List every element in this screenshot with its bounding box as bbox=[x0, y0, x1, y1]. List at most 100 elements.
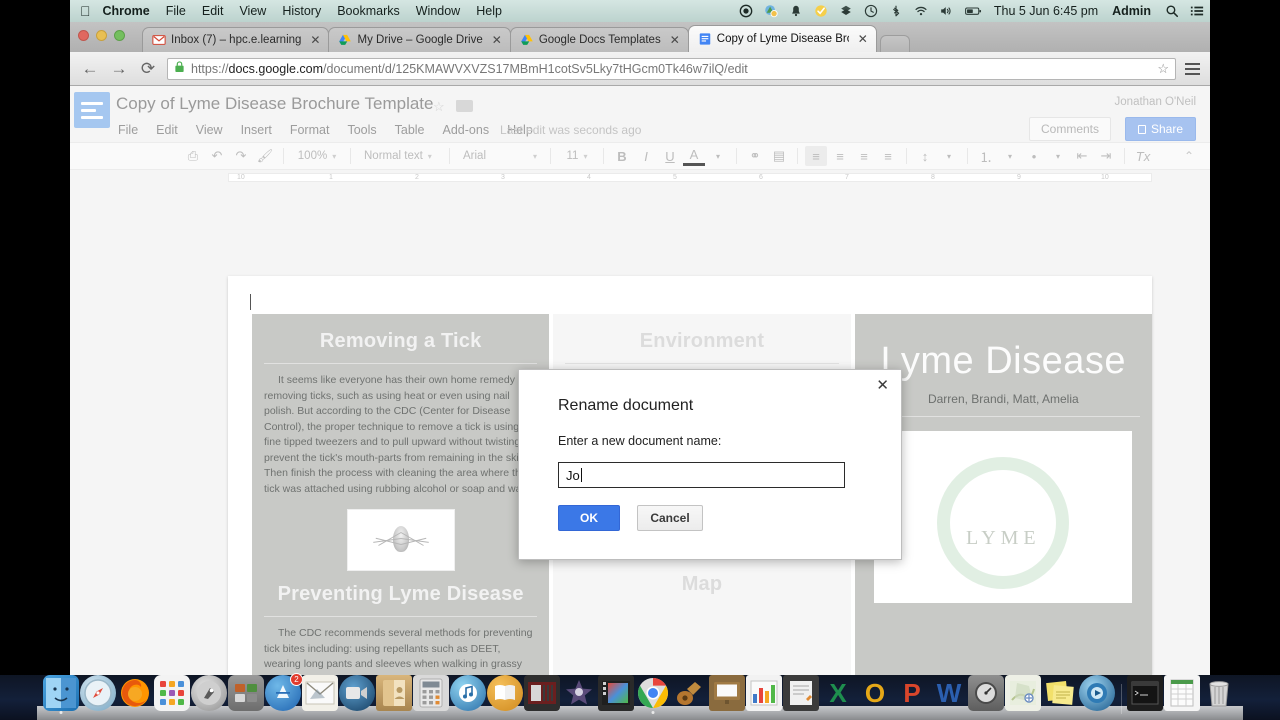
star-icon[interactable]: ☆ bbox=[433, 99, 445, 115]
chevron-down-icon[interactable]: ▾ bbox=[999, 146, 1021, 166]
dock-item-garageband[interactable] bbox=[524, 675, 560, 711]
apple-icon[interactable]:  bbox=[80, 3, 91, 19]
zoom-dropdown[interactable]: 100% ▾ bbox=[291, 146, 343, 166]
dock-item-ibooks[interactable] bbox=[487, 675, 523, 711]
underline-button[interactable]: U bbox=[659, 146, 681, 166]
dock-item-maps[interactable] bbox=[1005, 675, 1041, 711]
dock-item-stickies[interactable] bbox=[1042, 675, 1078, 711]
dock-item-itunes[interactable] bbox=[450, 675, 486, 711]
close-icon[interactable]: ✕ bbox=[670, 34, 680, 46]
docs-menu-format[interactable]: Format bbox=[290, 123, 330, 137]
dock-item-trash[interactable] bbox=[1201, 675, 1237, 711]
dock-item-system-preferences[interactable] bbox=[228, 675, 264, 711]
comments-button[interactable]: Comments bbox=[1028, 117, 1111, 141]
docs-menu-tools[interactable]: Tools bbox=[347, 123, 376, 137]
dock-item-guitar[interactable] bbox=[672, 675, 708, 711]
close-icon[interactable]: ✕ bbox=[310, 34, 320, 46]
dock-item-quicktime[interactable] bbox=[1079, 675, 1115, 711]
docs-menu-edit[interactable]: Edit bbox=[156, 123, 178, 137]
record-icon[interactable] bbox=[739, 4, 753, 18]
dock-item-imovie[interactable] bbox=[561, 675, 597, 711]
bell-icon[interactable] bbox=[789, 4, 803, 18]
dock-item-excel[interactable]: X bbox=[820, 675, 856, 711]
dock-item-finder[interactable] bbox=[43, 675, 79, 714]
new-tab-button[interactable] bbox=[879, 35, 910, 52]
close-icon[interactable]: ✕ bbox=[858, 33, 868, 45]
tab-inbox[interactable]: Inbox (7) – hpc.e.learning ✕ bbox=[142, 27, 330, 52]
text-color-button[interactable]: A bbox=[683, 146, 705, 166]
close-icon[interactable]: ✕ bbox=[492, 34, 502, 46]
dock-item-firefox[interactable] bbox=[117, 675, 153, 711]
volume-icon[interactable] bbox=[939, 4, 953, 18]
address-bar[interactable]: https://docs.google.com/document/d/125KM… bbox=[167, 57, 1176, 80]
line-spacing-icon[interactable]: ↕ bbox=[914, 146, 936, 166]
paint-format-icon[interactable]: 🖌 bbox=[254, 146, 276, 166]
checkmark-icon[interactable] bbox=[814, 4, 828, 18]
document-title[interactable]: Copy of Lyme Disease Brochure Template bbox=[116, 94, 434, 114]
menu-item-bookmarks[interactable]: Bookmarks bbox=[337, 4, 400, 18]
menu-item-window[interactable]: Window bbox=[416, 4, 460, 18]
menu-bar-clock[interactable]: Thu 5 Jun 6:45 pm bbox=[994, 4, 1098, 18]
dock-item-pages[interactable] bbox=[783, 675, 819, 711]
increase-indent-icon[interactable]: ⇥ bbox=[1095, 146, 1117, 166]
dock-item-contacts[interactable] bbox=[376, 675, 412, 711]
menu-item-edit[interactable]: Edit bbox=[202, 4, 224, 18]
dock-item-calculator[interactable] bbox=[413, 675, 449, 711]
menu-item-history[interactable]: History bbox=[282, 4, 321, 18]
chevron-down-icon[interactable]: ▾ bbox=[938, 146, 960, 166]
dock-item-launchpad[interactable] bbox=[154, 675, 190, 711]
menu-item-view[interactable]: View bbox=[239, 4, 266, 18]
forward-button[interactable]: → bbox=[109, 60, 129, 77]
battery-icon[interactable] bbox=[964, 4, 983, 18]
menu-item-chrome[interactable]: Chrome bbox=[103, 4, 150, 18]
back-button[interactable]: ← bbox=[80, 60, 100, 77]
dock-item-outlook[interactable]: O bbox=[857, 675, 893, 711]
align-center-icon[interactable]: ≡ bbox=[829, 146, 851, 166]
italic-button[interactable]: I bbox=[635, 146, 657, 166]
account-name[interactable]: Jonathan O'Neil bbox=[1115, 96, 1196, 108]
docs-menu-view[interactable]: View bbox=[196, 123, 223, 137]
collapse-toolbar-icon[interactable]: ⌃ bbox=[1184, 149, 1194, 163]
bookmark-star-icon[interactable]: ☆ bbox=[1157, 61, 1169, 77]
font-dropdown[interactable]: Arial ▾ bbox=[457, 146, 543, 166]
ruler-bar[interactable]: 10 1 2 3 4 5 6 7 8 9 10 bbox=[228, 173, 1152, 182]
dock-item-facetime[interactable] bbox=[339, 675, 375, 711]
bluetooth-icon[interactable] bbox=[889, 4, 903, 18]
zoom-window-button[interactable] bbox=[114, 30, 125, 41]
numbered-list-icon[interactable]: ⒈ bbox=[975, 146, 997, 166]
dock-item-app-store[interactable]: 2 bbox=[265, 673, 303, 711]
paragraph-style-dropdown[interactable]: Normal text ▾ bbox=[358, 146, 442, 166]
dock-item-final-cut[interactable] bbox=[598, 675, 634, 711]
font-size-dropdown[interactable]: 11 ▾ bbox=[558, 146, 596, 166]
list-icon[interactable] bbox=[1190, 4, 1204, 18]
share-button[interactable]: Share bbox=[1124, 117, 1196, 141]
reload-button[interactable]: ⟳ bbox=[138, 60, 158, 77]
dock-item-mail[interactable] bbox=[302, 675, 338, 711]
tab-my-drive[interactable]: My Drive – Google Drive ✕ bbox=[328, 27, 511, 52]
docs-menu-insert[interactable]: Insert bbox=[241, 123, 272, 137]
dock-item-numbers[interactable] bbox=[746, 675, 782, 711]
menu-item-file[interactable]: File bbox=[166, 4, 186, 18]
dock-item-word[interactable]: W bbox=[931, 675, 967, 711]
dock-item-terminal[interactable] bbox=[1127, 675, 1163, 711]
last-edit-status[interactable]: Last edit was seconds ago bbox=[500, 123, 641, 137]
dropbox-icon[interactable] bbox=[839, 4, 853, 18]
decrease-indent-icon[interactable]: ⇤ bbox=[1071, 146, 1093, 166]
tab-google-docs-templates[interactable]: Google Docs Templates ✕ bbox=[509, 27, 689, 52]
align-right-icon[interactable]: ≡ bbox=[853, 146, 875, 166]
dock-item-spreadsheet[interactable] bbox=[1164, 675, 1200, 711]
menu-bar-user[interactable]: Admin bbox=[1112, 4, 1151, 18]
close-window-button[interactable] bbox=[78, 30, 89, 41]
bulleted-list-icon[interactable]: • bbox=[1023, 146, 1045, 166]
insert-image-icon[interactable]: ▤ bbox=[768, 146, 790, 166]
print-icon[interactable]: ⎙ bbox=[182, 146, 204, 166]
align-justify-icon[interactable]: ≡ bbox=[877, 146, 899, 166]
dock-item-keynote[interactable] bbox=[709, 675, 745, 711]
document-name-input[interactable]: Jo bbox=[558, 462, 845, 488]
menu-item-help[interactable]: Help bbox=[476, 4, 502, 18]
insert-link-icon[interactable]: ⚭ bbox=[744, 146, 766, 166]
undo-icon[interactable]: ↶ bbox=[206, 146, 228, 166]
docs-menu-addons[interactable]: Add-ons bbox=[443, 123, 490, 137]
chevron-down-icon[interactable]: ▾ bbox=[1047, 146, 1069, 166]
clear-formatting-icon[interactable]: Tx bbox=[1132, 146, 1154, 166]
